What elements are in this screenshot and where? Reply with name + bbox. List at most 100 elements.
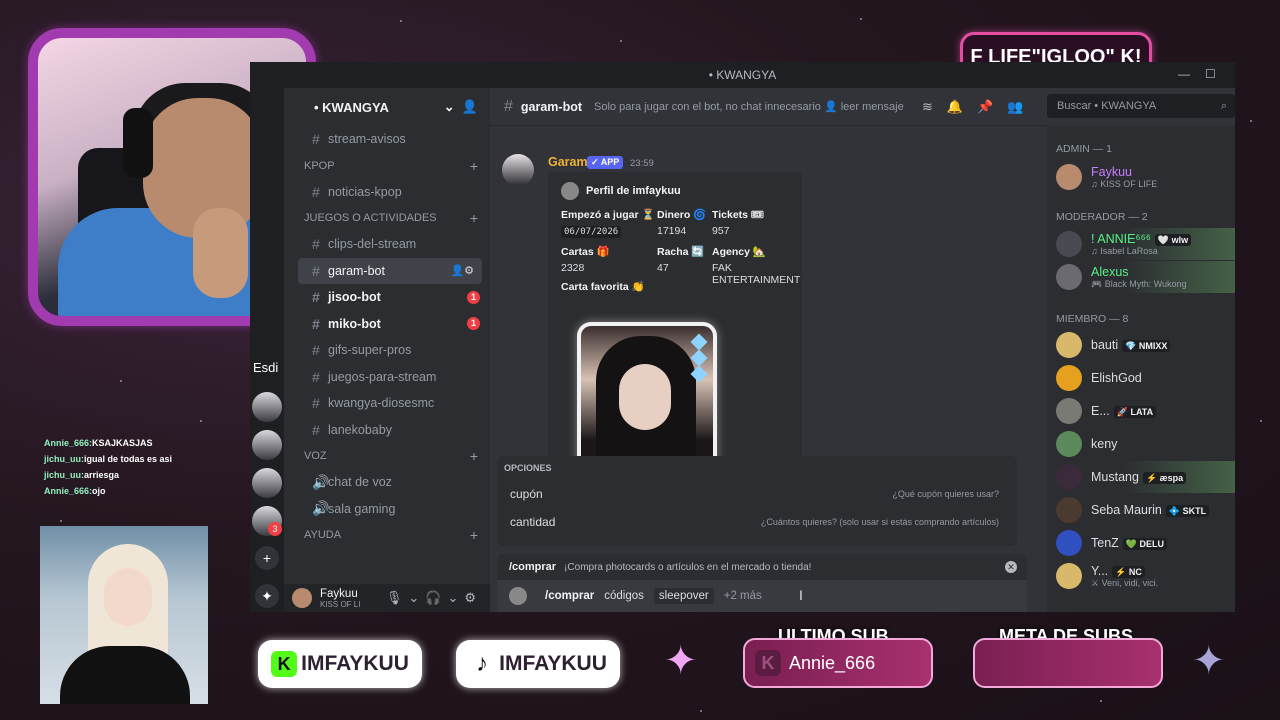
member-tag: ⚡ æspa <box>1142 472 1187 484</box>
member-item[interactable]: ElishGod <box>1047 362 1235 394</box>
channel-category[interactable]: KPOP + <box>284 153 490 179</box>
channel-category[interactable]: AYUDA + <box>284 522 490 548</box>
channel-item[interactable]: # stream-avisos <box>284 126 490 153</box>
channel-item[interactable]: 🔊 chat de voz <box>284 469 490 496</box>
header-toolbar: ≋🔔📌👥 <box>922 99 1037 115</box>
field-value: 47 <box>657 262 669 274</box>
server-header[interactable]: • KWANGYA ⌄ 👤 <box>284 88 490 126</box>
text-cursor-icon: I <box>799 587 803 603</box>
threads-icon[interactable]: ≋ <box>922 99 947 114</box>
member-activity: ♫ KISS OF LIFE <box>1091 179 1158 189</box>
channel-label: stream-avisos <box>328 132 406 147</box>
group-admin: ADMIN — 1 <box>1056 143 1113 155</box>
user-controls[interactable]: 🎙⌄🎧⌄⚙ <box>386 590 482 606</box>
input-param[interactable]: códigos <box>604 590 644 602</box>
message-input[interactable]: /comprar códigos sleepover +2 más I <box>497 580 1027 612</box>
channel-label: jisoo-bot <box>328 290 381 305</box>
channel-list: # stream-avisos KPOP + # noticias-kpop JUEGOS … <box>284 126 490 548</box>
member-item[interactable]: keny <box>1047 428 1235 460</box>
kick-icon: K <box>755 650 781 676</box>
last-sub-value: Annie_666 <box>789 653 876 673</box>
embed-avatar <box>561 182 579 200</box>
members-icon[interactable]: 👥 <box>1007 99 1037 114</box>
member-item[interactable]: Mustang ⚡ æspa <box>1047 461 1235 493</box>
input-param-value[interactable]: sleepover <box>653 588 714 604</box>
avatar <box>1056 530 1082 556</box>
hash-icon: # <box>312 183 320 200</box>
input-command: /comprar <box>545 590 595 602</box>
avatar[interactable] <box>292 588 312 608</box>
last-sub-box: K Annie_666 <box>743 638 933 688</box>
chat-line: Annie_666:KSAJKASJAS <box>44 438 153 448</box>
server-icon[interactable] <box>252 430 282 460</box>
channel-item[interactable]: # juegos-para-stream <box>284 364 490 391</box>
member-name: Mustang ⚡ æspa <box>1091 470 1187 484</box>
member-item[interactable]: Alexus 🎮 Black Myth: Wukong <box>1047 261 1235 293</box>
member-item[interactable]: E... 🚀 LATA <box>1047 395 1235 427</box>
member-item[interactable]: Faykuu ♫ KISS OF LIFE <box>1047 161 1235 193</box>
member-item[interactable]: bauti 💎 NMIXX <box>1047 329 1235 361</box>
search-placeholder: Buscar • KWANGYA <box>1057 100 1157 112</box>
channel-category[interactable]: JUEGOS O ACTIVIDADES + <box>284 205 490 231</box>
add-channel-icon[interactable]: + <box>470 158 478 174</box>
avatar <box>1056 164 1082 190</box>
channel-topic[interactable]: Solo para jugar con el bot, no chat inne… <box>594 100 904 113</box>
pin-icon[interactable]: 📌 <box>977 99 1007 114</box>
member-name: ElishGod <box>1091 371 1142 385</box>
channel-item[interactable]: # kwangya-diosesmc <box>284 390 490 417</box>
minimize-button[interactable]: — <box>1178 67 1190 81</box>
add-channel-icon[interactable]: + <box>470 210 478 226</box>
avatar <box>1056 464 1082 490</box>
server-icon[interactable] <box>252 468 282 498</box>
discord-window: • KWANGYA — ☐ Esdi 3 + ✦ • KWANGYA ⌄ 👤 #… <box>250 62 1235 612</box>
search-icon: ⌕ <box>1220 99 1227 112</box>
bell-icon[interactable]: 🔔 <box>947 99 977 114</box>
channel-item[interactable]: 🔊 sala gaming <box>284 496 490 523</box>
avatar <box>1056 431 1082 457</box>
maximize-button[interactable]: ☐ <box>1205 67 1216 81</box>
channel-item[interactable]: # miko-bot 1 <box>284 311 490 338</box>
gem-icon <box>690 333 708 351</box>
chat-area: # garam-bot Solo para jugar con el bot, … <box>490 88 1047 612</box>
search-input[interactable]: Buscar • KWANGYA ⌕ <box>1047 94 1235 118</box>
channel-item[interactable]: # jisoo-bot 1 <box>284 284 490 311</box>
hash-icon: # <box>312 131 320 148</box>
channel-item[interactable]: # garam-bot 👤⚙ <box>298 257 482 284</box>
channel-item[interactable]: # lanekobaby <box>284 417 490 444</box>
member-item[interactable]: TenZ 💚 DELU <box>1047 527 1235 559</box>
member-tag: ⚡ NC <box>1112 566 1145 578</box>
tiktok-icon: ♪ <box>476 650 489 677</box>
invite-icon[interactable]: ⌄ 👤 <box>444 99 478 115</box>
option-quantity[interactable]: cantidad ¿Cuántos quieres? (solo usar si… <box>497 508 1017 536</box>
member-item[interactable]: Y... ⚡ NC ⚔ Veni, vidi, vici. <box>1047 560 1235 592</box>
add-channel-icon[interactable]: + <box>470 448 478 464</box>
explore-icon[interactable]: ✦ <box>255 584 279 608</box>
channel-label: garam-bot <box>328 263 385 278</box>
settings-icon[interactable]: 👤⚙ <box>450 264 474 277</box>
category-label: VOZ <box>304 450 327 462</box>
option-coupon[interactable]: cupón ¿Qué cupón quieres usar? <box>497 480 1017 508</box>
member-item[interactable]: Seba Maurin 💠 SKTL <box>1047 494 1235 526</box>
server-icon[interactable] <box>252 392 282 422</box>
field-value: 2328 <box>561 262 585 274</box>
member-name: Faykuu <box>1091 165 1132 179</box>
options-title: OPCIONES <box>504 463 552 473</box>
channel-item[interactable]: # gifs-super-pros <box>284 337 490 364</box>
member-activity: ♫ Isabel LaRosa <box>1091 246 1158 256</box>
channel-item[interactable]: # noticias-kpop <box>284 179 490 206</box>
field-value: 957 <box>712 225 730 237</box>
avatar <box>1056 332 1082 358</box>
close-icon[interactable]: ✕ <box>1005 561 1017 573</box>
avatar[interactable] <box>502 154 534 186</box>
add-channel-icon[interactable]: + <box>470 527 478 543</box>
unread-badge: 1 <box>467 317 480 331</box>
more-params[interactable]: +2 más <box>724 590 762 602</box>
member-item[interactable]: ! ANNIE⁶⁶⁶ 🤍 wlw ♫ Isabel LaRosa <box>1047 228 1235 260</box>
add-server-icon[interactable]: + <box>255 546 279 570</box>
hash-icon: # <box>312 289 320 306</box>
channel-item[interactable]: # clips-del-stream <box>284 231 490 258</box>
chat-text: ojo <box>92 486 106 496</box>
field-value: FAK ENTERTAINMENT <box>712 262 801 286</box>
message-author[interactable]: Garam <box>548 155 588 169</box>
channel-category[interactable]: VOZ + <box>284 443 490 469</box>
